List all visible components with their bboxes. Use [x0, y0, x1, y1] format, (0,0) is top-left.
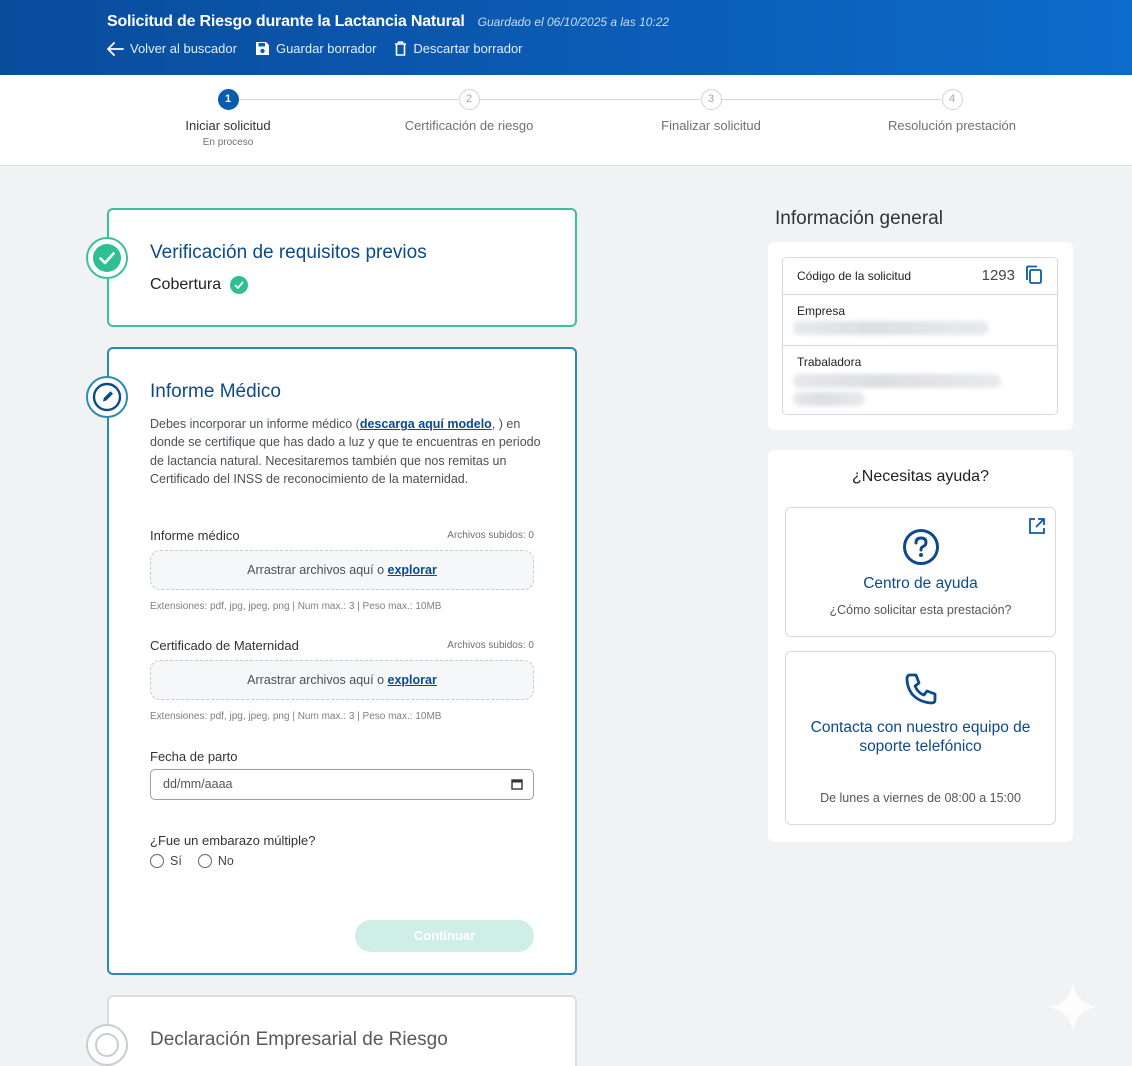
- code-label: Código de la solicitud: [797, 269, 912, 283]
- medical-report-card: Informe Médico Debes incorporar un infor…: [107, 347, 577, 975]
- step-label: Resolución prestación: [888, 118, 1016, 133]
- sparkle-icon: [1048, 982, 1098, 1032]
- step-status: En proceso: [202, 137, 254, 148]
- employer-declaration-title: Declaración Empresarial de Riesgo: [150, 1029, 448, 1050]
- radio-no[interactable]: No: [197, 854, 234, 868]
- empty-circle-icon: [95, 1033, 119, 1057]
- help-center-subtitle: ¿Cómo solicitar esta prestación?: [829, 603, 1012, 617]
- step-label: Iniciar solicitud: [185, 118, 271, 133]
- radio-si-label: Sí: [170, 854, 182, 868]
- check-circle-icon: [230, 276, 249, 294]
- description-text-before: Debes incorporar un informe médico (: [150, 417, 360, 431]
- app-header: Solicitud de Riesgo durante la Lactancia…: [0, 0, 1132, 75]
- continue-button[interactable]: Continuar: [355, 920, 534, 952]
- save-draft-label: Guardar borrador: [275, 41, 377, 56]
- download-model-link[interactable]: descarga aquí modelo: [360, 417, 492, 431]
- question-circle-icon: [786, 528, 1055, 566]
- employer-declaration-card: Declaración Empresarial de Riesgo: [107, 995, 577, 1066]
- phone-icon: [786, 672, 1055, 706]
- trabajadora-label: Trabaladora: [797, 355, 862, 369]
- step-number: 4: [941, 89, 963, 110]
- help-title: ¿Necesitas ayuda?: [852, 468, 989, 485]
- phone-support-hours: De lunes a viernes de 08:00 a 15:00: [820, 791, 1021, 805]
- dropzone-text: Arrastrar archivos aquí o: [247, 673, 388, 687]
- info-row-trabajadora: Trabaladora: [783, 346, 1057, 416]
- redacted-value: [793, 321, 989, 335]
- calendar-icon[interactable]: [511, 778, 523, 790]
- completed-step-badge: [86, 237, 128, 279]
- step-label: Finalizar solicitud: [661, 118, 761, 133]
- header-title-row: Solicitud de Riesgo durante la Lactancia…: [107, 13, 669, 31]
- medical-report-upload-label: Informe médico: [150, 528, 240, 543]
- redacted-value: [793, 374, 1001, 388]
- birth-date-label: Fecha de parto: [150, 749, 238, 764]
- multiple-pregnancy-options: Sí No: [150, 854, 234, 868]
- step-number: 2: [458, 89, 480, 110]
- check-circle-icon: [93, 244, 121, 272]
- general-info-table: Código de la solicitud 1293 Empresa Trab…: [782, 257, 1058, 415]
- help-center-card[interactable]: Centro de ayuda ¿Cómo solicitar esta pre…: [785, 507, 1056, 637]
- radio-circle[interactable]: [150, 854, 164, 868]
- discard-draft-button[interactable]: Descartar borrador: [394, 41, 523, 56]
- step-certificacion-riesgo: 2 Certificación de riesgo: [369, 89, 569, 133]
- help-panel: ¿Necesitas ayuda? Centro de ayuda ¿Cómo …: [768, 450, 1073, 842]
- dropzone-text: Arrastrar archivos aquí o: [247, 563, 388, 577]
- explore-files-link[interactable]: explorar: [388, 563, 437, 577]
- maternity-cert-upload-label: Certificado de Maternidad: [150, 638, 299, 653]
- trash-icon: [395, 41, 407, 56]
- arrow-left-icon: [107, 41, 124, 56]
- discard-draft-label: Descartar borrador: [413, 41, 523, 56]
- phone-support-title: Contacta con nuestro equipo de soporte t…: [810, 719, 1031, 755]
- back-to-search-label: Volver al buscador: [130, 41, 237, 56]
- birth-date-input[interactable]: dd/mm/aaaa: [150, 769, 534, 800]
- saved-timestamp: Guardado el 06/10/2025 a las 10:22: [477, 15, 670, 29]
- info-row-code: Código de la solicitud 1293: [783, 258, 1057, 295]
- code-value: 1293: [981, 267, 1015, 284]
- coverage-item: Cobertura: [150, 276, 249, 294]
- pending-step-badge: [86, 1024, 128, 1066]
- medical-report-upload-hint: Extensiones: pdf, jpg, jpeg, png | Num m…: [150, 601, 442, 612]
- medical-report-file-count: Archivos subidos: 0: [447, 530, 534, 541]
- copy-icon[interactable]: [1025, 265, 1043, 285]
- birth-date-placeholder: dd/mm/aaaa: [163, 777, 233, 791]
- phone-support-card[interactable]: Contacta con nuestro equipo de soporte t…: [785, 651, 1056, 825]
- header-actions: Volver al buscador Guardar borrador Desc…: [107, 41, 523, 56]
- general-info-panel: Código de la solicitud 1293 Empresa Trab…: [768, 242, 1073, 430]
- explore-files-link[interactable]: explorar: [388, 673, 437, 687]
- verification-title: Verificación de requisitos previos: [150, 242, 427, 263]
- step-resolucion-prestacion: 4 Resolución prestación: [852, 89, 1052, 133]
- medical-report-title: Informe Médico: [150, 381, 281, 402]
- info-row-empresa: Empresa: [783, 295, 1057, 346]
- step-finalizar-solicitud: 3 Finalizar solicitud: [611, 89, 811, 133]
- medical-report-dropzone[interactable]: Arrastrar archivos aquí o explorar: [150, 550, 534, 590]
- radio-si[interactable]: Sí: [150, 854, 182, 868]
- save-icon: [255, 42, 269, 55]
- step-label: Certificación de riesgo: [404, 118, 534, 133]
- verification-card: Verificación de requisitos previos Cober…: [107, 208, 577, 327]
- help-center-title: Centro de ayuda: [863, 575, 978, 592]
- multiple-pregnancy-question: ¿Fue un embarazo múltiple?: [150, 833, 316, 848]
- step-number: 3: [700, 89, 722, 110]
- maternity-cert-upload-hint: Extensiones: pdf, jpg, jpeg, png | Num m…: [150, 711, 442, 722]
- radio-no-label: No: [217, 854, 234, 868]
- radio-circle[interactable]: [197, 854, 212, 868]
- edit-icon: [92, 382, 122, 412]
- redacted-value: [793, 392, 865, 406]
- coverage-label: Cobertura: [150, 276, 222, 293]
- back-to-search-button[interactable]: Volver al buscador: [107, 41, 237, 56]
- progress-stepper: 1 Iniciar solicitud En proceso 2 Certifi…: [0, 75, 1132, 166]
- current-step-badge: [86, 376, 128, 418]
- general-info-title: Información general: [775, 208, 943, 229]
- maternity-cert-dropzone[interactable]: Arrastrar archivos aquí o explorar: [150, 660, 534, 700]
- save-draft-button[interactable]: Guardar borrador: [255, 41, 376, 56]
- page-title: Solicitud de Riesgo durante la Lactancia…: [107, 13, 465, 30]
- step-number: 1: [217, 89, 239, 110]
- maternity-cert-file-count: Archivos subidos: 0: [447, 640, 534, 651]
- medical-report-description: Debes incorporar un informe médico (desc…: [150, 415, 542, 488]
- empresa-label: Empresa: [797, 304, 846, 318]
- step-iniciar-solicitud: 1 Iniciar solicitud En proceso: [128, 89, 328, 148]
